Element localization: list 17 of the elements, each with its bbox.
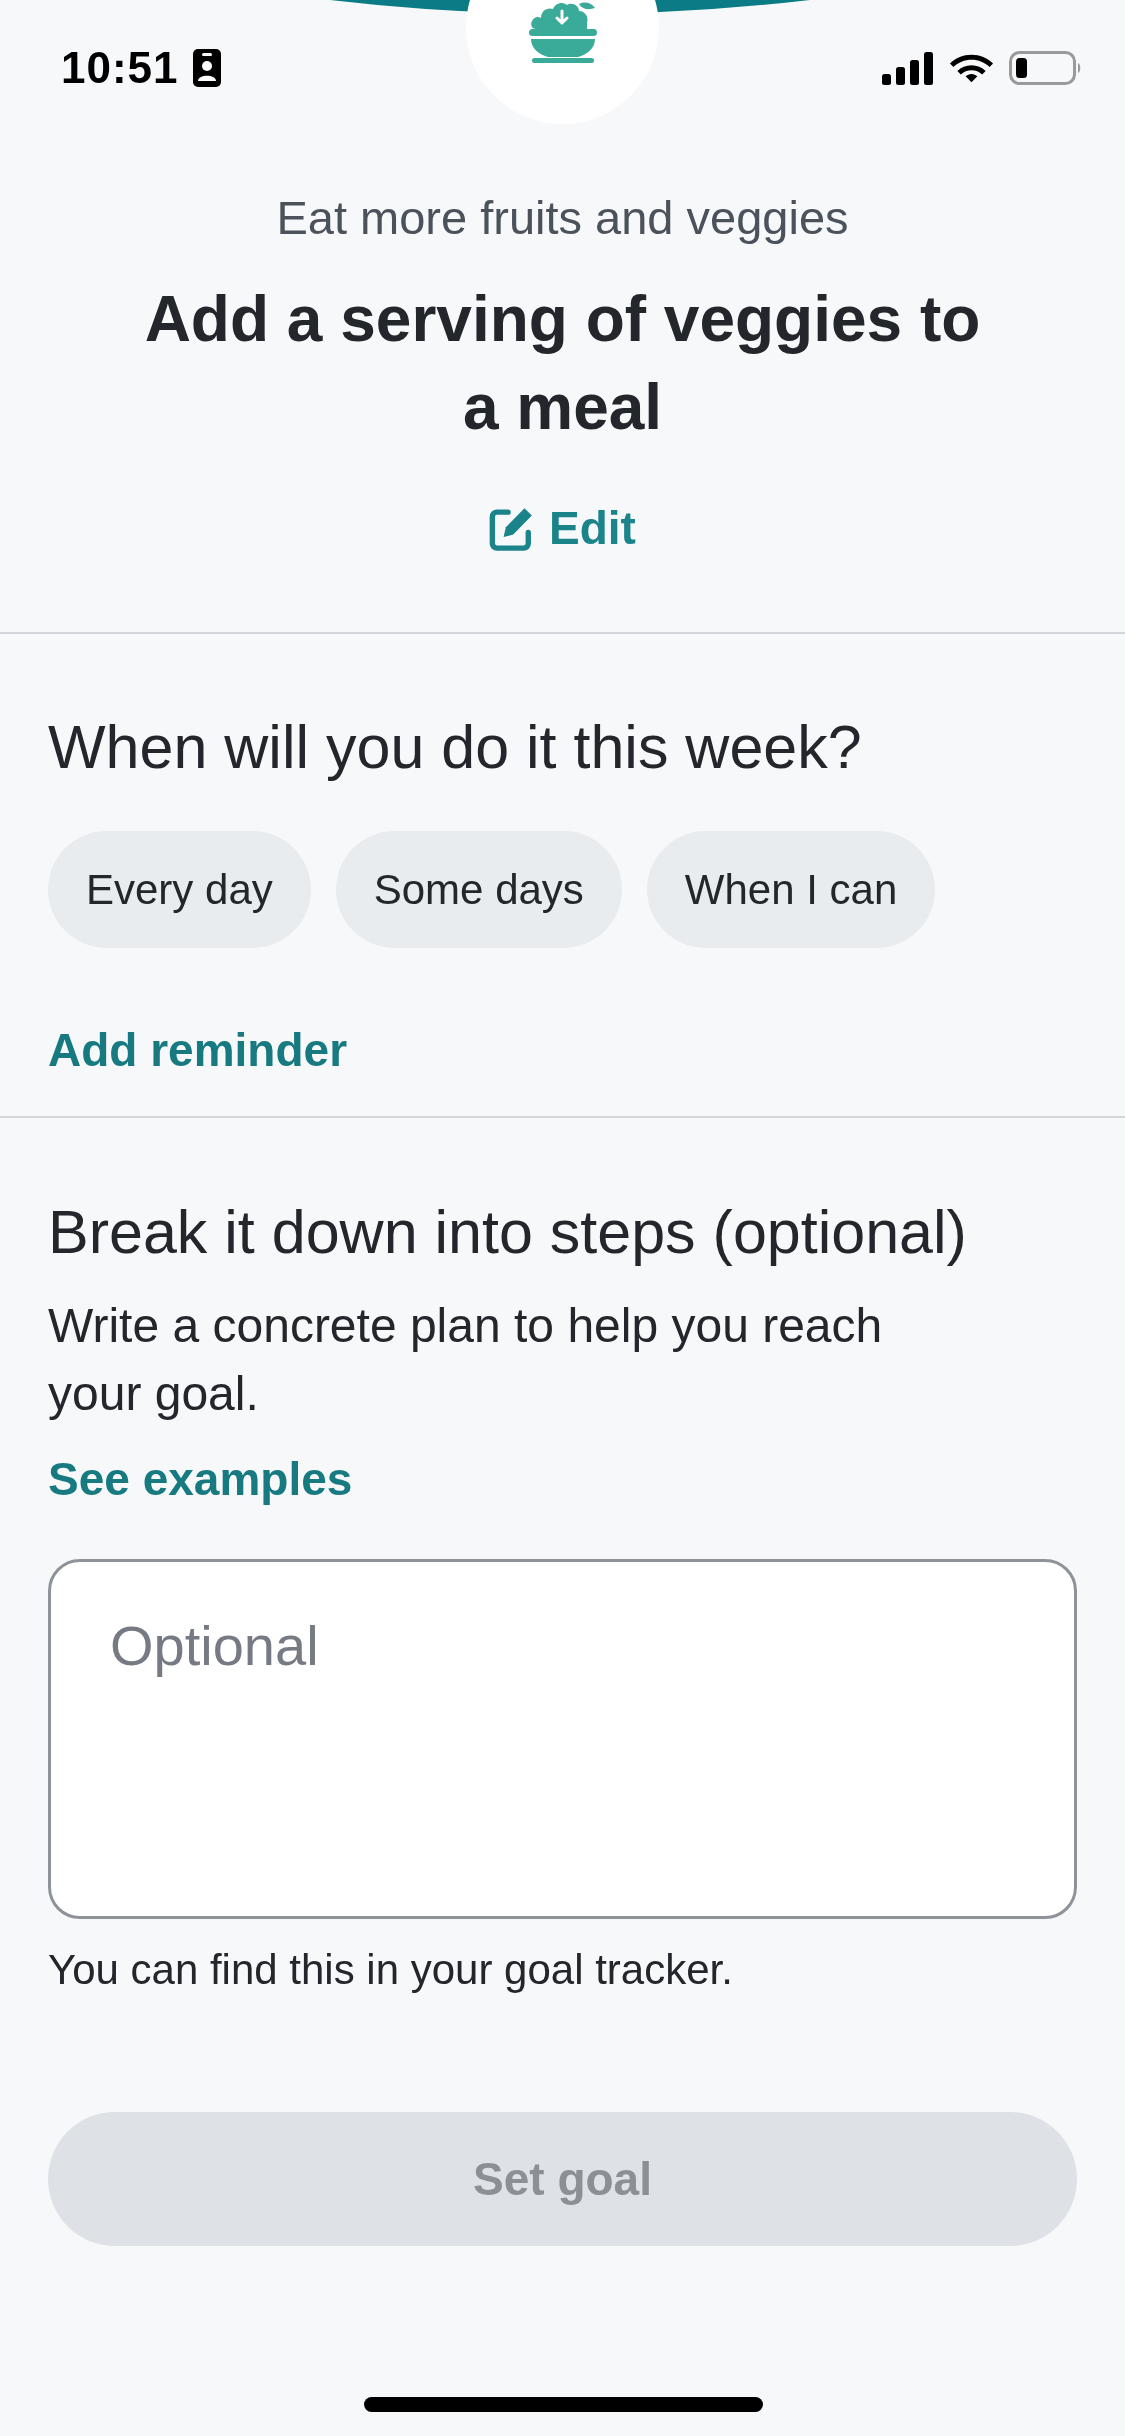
steps-description: Write a concrete plan to help you reach your goal.: [48, 1298, 884, 1422]
battery-icon: [1009, 51, 1082, 85]
goal-category: Eat more fruits and veggies: [276, 190, 849, 246]
edit-link[interactable]: Edit: [489, 500, 636, 556]
add-reminder-link[interactable]: Add reminder: [48, 1022, 348, 1078]
see-examples-link[interactable]: See examples: [48, 1451, 353, 1507]
frequency-chip[interactable]: When I can: [646, 831, 936, 948]
frequency-chip[interactable]: Every day: [48, 831, 311, 948]
goal-title: Add a serving of veggies to a meal: [143, 282, 982, 445]
status-time: 10:51: [61, 46, 179, 90]
steps-heading: Break it down into steps (optional): [48, 1197, 967, 1268]
person-badge-icon: [192, 49, 221, 87]
frequency-chip[interactable]: Some days: [335, 831, 622, 948]
plan-field[interactable]: Optional: [48, 1559, 1077, 1919]
schedule-question: When will you do it this week?: [48, 712, 862, 783]
plan-hint: You can find this in your goal tracker.: [48, 1945, 733, 1995]
signal-icon: [882, 51, 934, 85]
